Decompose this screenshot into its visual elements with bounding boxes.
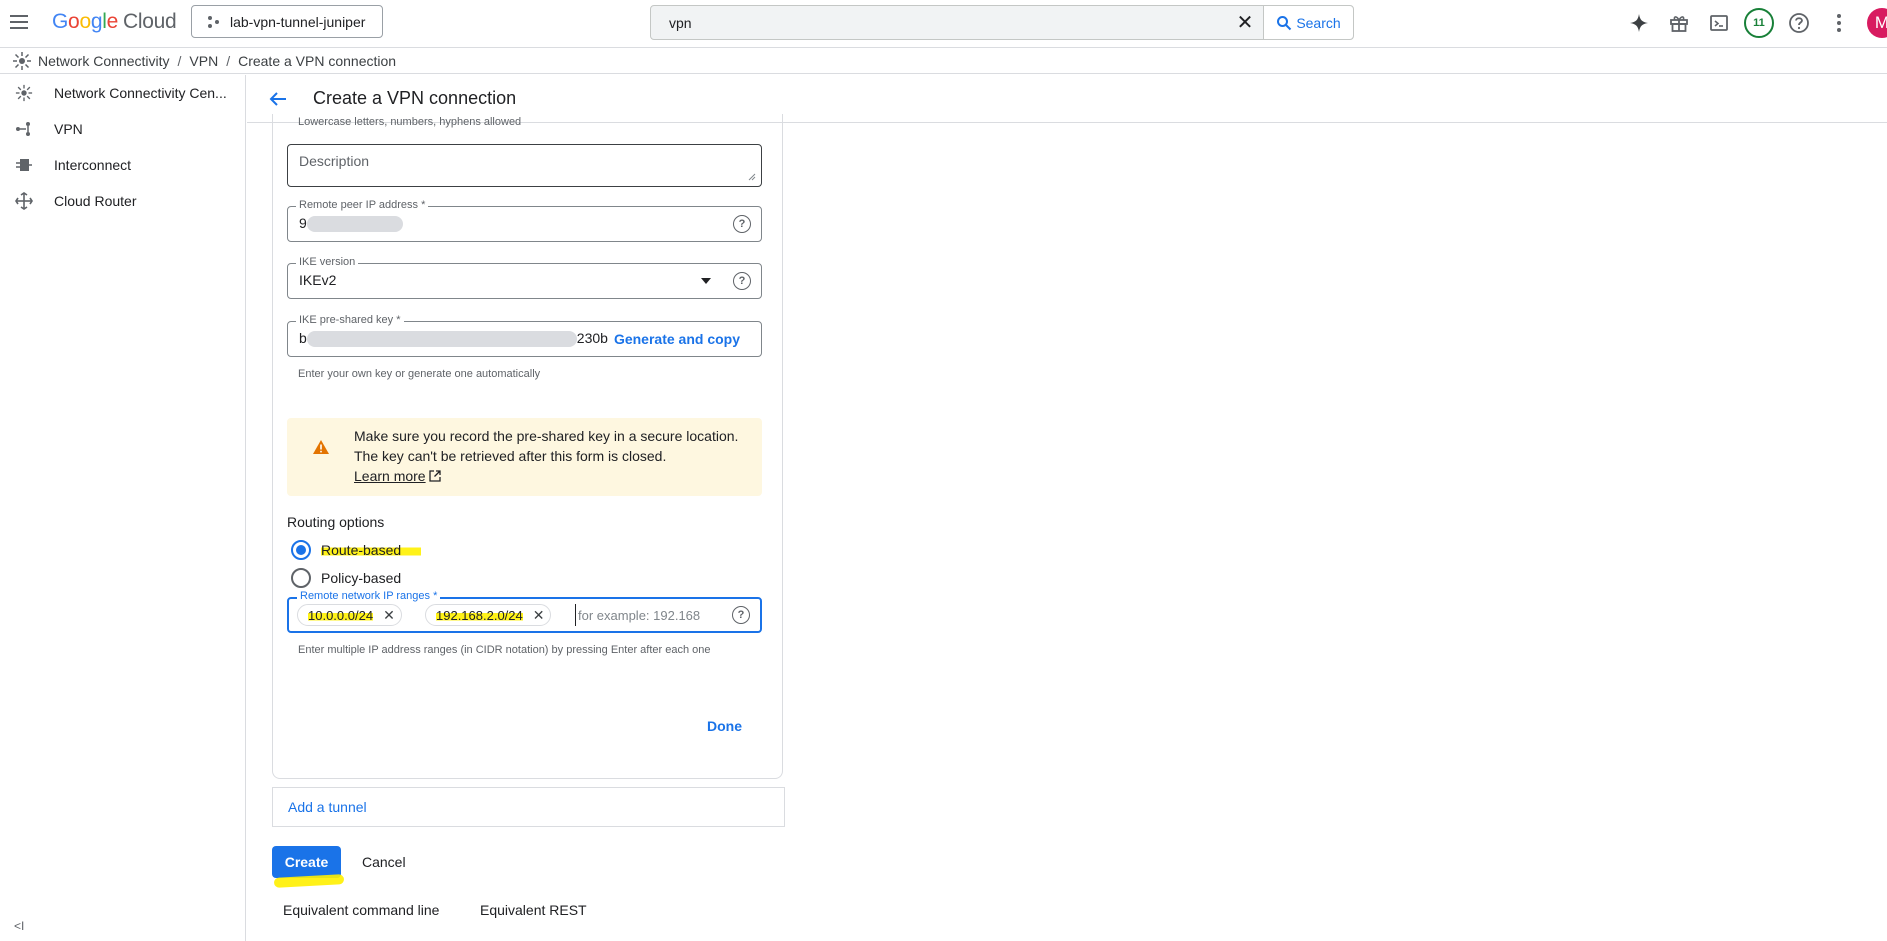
remove-chip-icon[interactable]: ✕	[533, 607, 545, 624]
redacted-value	[306, 216, 403, 233]
warning-line-1: Make sure you record the pre-shared key …	[354, 428, 739, 444]
search-icon	[1277, 15, 1292, 30]
radio-unchecked[interactable]	[291, 568, 311, 588]
name-hint: Lowercase letters, numbers, hyphens allo…	[298, 116, 522, 128]
network-connectivity-icon	[13, 51, 31, 70]
avatar[interactable]: M	[1867, 8, 1887, 38]
top-actions: 11 M	[1619, 8, 1887, 38]
gemini-sparkle-icon[interactable]	[1619, 8, 1659, 38]
equivalent-command-line-button[interactable]: Equivalent command line	[283, 902, 439, 918]
back-arrow-icon[interactable]	[263, 84, 293, 114]
description-placeholder: Description	[299, 153, 370, 169]
learn-more-link[interactable]: Learn more	[354, 468, 426, 484]
menu-icon[interactable]	[8, 11, 30, 33]
redacted-value	[306, 331, 577, 348]
collapse-sidebar-icon[interactable]: <I	[14, 919, 24, 933]
main-content: Lowercase letters, numbers, hyphens allo…	[247, 114, 1887, 941]
breadcrumb-network-connectivity[interactable]: Network Connectivity	[38, 53, 170, 69]
equivalent-rest-button[interactable]: Equivalent REST	[480, 902, 587, 918]
sidebar-item-network-connectivity-center[interactable]: Network Connectivity Cen...	[0, 75, 245, 111]
ranges-hint: Enter multiple IP address ranges (in CID…	[298, 644, 711, 656]
ike-version-select[interactable]: IKE version IKEv2 ?	[287, 256, 762, 299]
warning-icon	[313, 440, 329, 454]
ip-range-input[interactable]	[575, 604, 720, 626]
policy-based-radio[interactable]: Policy-based	[291, 568, 401, 588]
remove-chip-icon[interactable]: ✕	[383, 607, 395, 624]
search-button[interactable]: Search	[1263, 6, 1353, 39]
notifications-badge[interactable]: 11	[1744, 8, 1774, 38]
sidebar-item-interconnect[interactable]: Interconnect	[0, 147, 245, 183]
remote-peer-ip-field[interactable]: Remote peer IP address * 9 ?	[287, 199, 762, 242]
external-link-icon	[429, 470, 442, 482]
breadcrumb-current: Create a VPN connection	[238, 52, 397, 69]
pre-shared-key-field[interactable]: IKE pre-shared key * b 230b Generate and …	[287, 314, 762, 357]
breadcrumb: Network Connectivity / VPN / Create a VP…	[0, 47, 1887, 74]
tunnel-card: Lowercase letters, numbers, hyphens allo…	[272, 114, 783, 779]
radio-checked[interactable]	[291, 540, 311, 560]
routing-options-title: Routing options	[287, 514, 385, 530]
hub-icon	[14, 83, 34, 103]
help-icon[interactable]	[1779, 8, 1819, 38]
description-field[interactable]: Description	[287, 144, 762, 187]
search-bar: ✕ Search	[650, 5, 1354, 40]
breadcrumb-separator: /	[226, 52, 231, 69]
warning-line-2: The key can't be retrieved after this fo…	[354, 448, 667, 464]
resize-handle-icon	[748, 173, 756, 181]
done-button[interactable]: Done	[707, 718, 742, 734]
breadcrumb-separator: /	[177, 52, 182, 69]
psk-hint: Enter your own key or generate one autom…	[298, 368, 541, 380]
gift-icon[interactable]	[1659, 8, 1699, 38]
page-title: Create a VPN connection	[313, 88, 517, 108]
cloud-shell-icon[interactable]	[1699, 8, 1739, 38]
dropdown-arrow-icon	[701, 278, 711, 284]
project-icon	[208, 15, 219, 28]
remote-network-ranges-field[interactable]: Remote network IP ranges * 10.0.0.0/24 ✕ …	[287, 590, 762, 633]
sidebar-item-cloud-router[interactable]: Cloud Router	[0, 183, 245, 219]
route-based-radio[interactable]: Route-based	[291, 540, 422, 560]
more-vert-icon[interactable]	[1819, 8, 1859, 38]
help-icon[interactable]: ?	[732, 606, 750, 624]
vpn-icon	[14, 119, 34, 139]
interconnect-icon	[14, 155, 34, 175]
generate-and-copy-button[interactable]: Generate and copy	[614, 331, 740, 347]
sidebar-item-vpn[interactable]: VPN	[0, 111, 245, 147]
top-bar: GoogleCloud lab-vpn-tunnel-juniper ✕ Sea…	[0, 0, 1887, 46]
router-icon	[14, 191, 34, 211]
help-icon[interactable]: ?	[733, 272, 751, 290]
cancel-button[interactable]: Cancel	[360, 846, 408, 878]
sidebar: Network Connectivity Cen... VPN Intercon…	[0, 75, 246, 941]
warning-banner: Make sure you record the pre-shared key …	[287, 418, 762, 496]
breadcrumb-vpn[interactable]: VPN	[189, 53, 218, 69]
add-tunnel-button[interactable]: Add a tunnel	[272, 787, 785, 827]
project-selector-button[interactable]: lab-vpn-tunnel-juniper	[191, 5, 383, 38]
help-icon[interactable]: ?	[733, 215, 751, 233]
project-name: lab-vpn-tunnel-juniper	[230, 13, 366, 30]
create-button[interactable]: Create	[272, 846, 341, 878]
search-input[interactable]	[651, 6, 1227, 39]
google-cloud-logo[interactable]: Google Cloud	[52, 10, 177, 34]
ip-range-chip: 10.0.0.0/24 ✕	[297, 604, 402, 626]
clear-search-icon[interactable]: ✕	[1227, 6, 1263, 39]
ip-range-chip: 192.168.2.0/24 ✕	[425, 604, 552, 626]
